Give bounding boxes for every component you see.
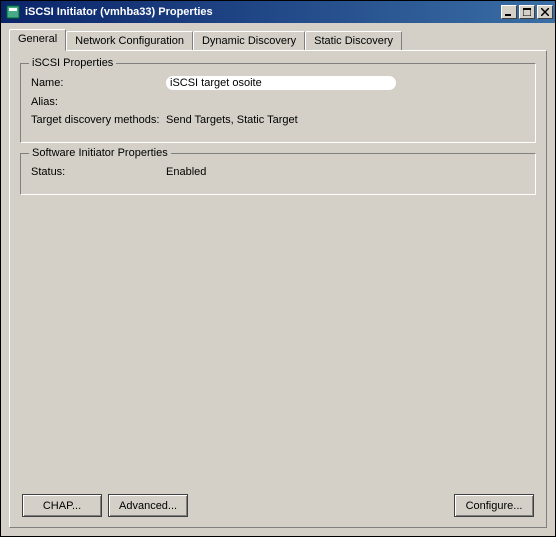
tab-static-discovery[interactable]: Static Discovery [305,31,402,50]
window-content: General Network Configuration Dynamic Di… [1,23,555,536]
name-label: Name: [31,77,166,89]
title-bar: iSCSI Initiator (vmhba33) Properties [1,1,555,23]
properties-window: iSCSI Initiator (vmhba33) Properties Gen… [0,0,556,537]
tab-general[interactable]: General [9,29,66,51]
window-controls [499,5,553,19]
name-value: iSCSI target osoite [166,76,396,90]
software-initiator-group: Software Initiator Properties Status: En… [20,153,536,195]
status-value: Enabled [166,166,525,178]
software-initiator-legend: Software Initiator Properties [29,147,171,159]
iscsi-properties-group: iSCSI Properties Name: iSCSI target osoi… [20,63,536,143]
advanced-button[interactable]: Advanced... [108,494,188,517]
window-title: iSCSI Initiator (vmhba33) Properties [25,6,499,18]
app-icon [5,4,21,20]
iscsi-properties-legend: iSCSI Properties [29,57,116,69]
tab-strip: General Network Configuration Dynamic Di… [9,29,547,50]
minimize-button[interactable] [501,5,517,19]
configure-button[interactable]: Configure... [454,494,534,517]
status-label: Status: [31,166,166,178]
button-spacer [194,494,448,517]
tab-dynamic-discovery[interactable]: Dynamic Discovery [193,31,305,50]
alias-row: Alias: [31,96,525,108]
spacer [20,205,536,494]
discovery-value: Send Targets, Static Target [166,114,525,126]
tab-network-configuration[interactable]: Network Configuration [66,31,193,50]
chap-button[interactable]: CHAP... [22,494,102,517]
button-row: CHAP... Advanced... Configure... [20,494,536,517]
maximize-button[interactable] [519,5,535,19]
discovery-row: Target discovery methods: Send Targets, … [31,114,525,126]
discovery-label: Target discovery methods: [31,114,166,126]
alias-label: Alias: [31,96,166,108]
name-row: Name: iSCSI target osoite [31,76,525,90]
tab-panel-general: iSCSI Properties Name: iSCSI target osoi… [9,50,547,528]
close-button[interactable] [537,5,553,19]
status-row: Status: Enabled [31,166,525,178]
